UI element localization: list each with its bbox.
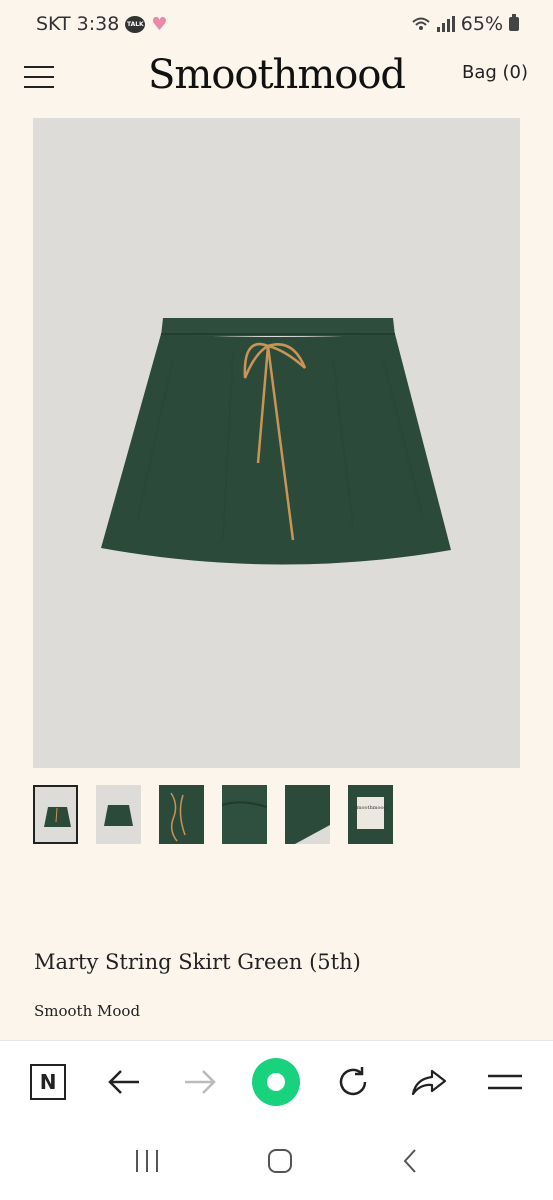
thumbnail-2[interactable] — [96, 785, 141, 844]
kakaotalk-icon: TALK — [125, 15, 146, 33]
thumb-skirt — [44, 807, 71, 827]
system-nav-bar — [0, 1122, 553, 1200]
product-brand[interactable]: Smooth Mood — [34, 1002, 140, 1020]
home-icon[interactable] — [266, 1147, 294, 1175]
battery-icon — [509, 14, 519, 31]
clock: 3:38 — [76, 13, 120, 35]
battery-percent: 65% — [460, 13, 503, 35]
naver-n-glyph: N — [30, 1063, 67, 1100]
thumb-tag-label: smoothmood — [354, 805, 387, 811]
green-dot — [252, 1057, 301, 1106]
back-icon[interactable] — [400, 1147, 420, 1175]
product-main-image[interactable] — [33, 118, 520, 768]
signal-icon — [436, 16, 455, 32]
site-header: Smoothmood Bag (0) — [0, 48, 553, 104]
heart-icon: ♥ — [151, 13, 168, 35]
green-home-icon[interactable] — [250, 1056, 302, 1108]
bag-link[interactable]: Bag (0) — [462, 62, 528, 83]
wifi-icon — [412, 17, 430, 30]
carrier: SKT — [36, 13, 71, 35]
product-title: Marty String Skirt Green (5th) — [34, 950, 361, 974]
status-right: 65% — [411, 13, 519, 35]
browser-toolbar: N — [0, 1040, 553, 1122]
thumb-detail-fabric — [222, 785, 267, 844]
thumbnail-1[interactable] — [33, 785, 78, 844]
thumb-label: smoothmood — [348, 785, 393, 844]
thumb-skirt-back — [104, 805, 133, 826]
thumb-detail-string — [159, 785, 204, 844]
refresh-icon[interactable] — [327, 1056, 379, 1108]
thumb-detail-hem — [285, 785, 330, 844]
status-bar: SKT 3:38 TALK ♥ 65% — [0, 0, 553, 48]
thumbnail-6[interactable]: smoothmood — [348, 785, 393, 844]
share-icon[interactable] — [403, 1056, 455, 1108]
thumbnail-3[interactable] — [159, 785, 204, 844]
back-arrow-icon[interactable] — [98, 1056, 150, 1108]
thumbnail-4[interactable] — [222, 785, 267, 844]
recent-apps-icon[interactable] — [133, 1148, 161, 1174]
naver-n-icon[interactable]: N — [22, 1056, 74, 1108]
thumbnail-strip: smoothmood — [33, 785, 393, 844]
forward-arrow-icon[interactable] — [174, 1056, 226, 1108]
thumbnail-5[interactable] — [285, 785, 330, 844]
menu-icon[interactable] — [479, 1056, 531, 1108]
skirt-illustration — [101, 318, 451, 565]
status-left: SKT 3:38 TALK ♥ — [36, 13, 167, 35]
